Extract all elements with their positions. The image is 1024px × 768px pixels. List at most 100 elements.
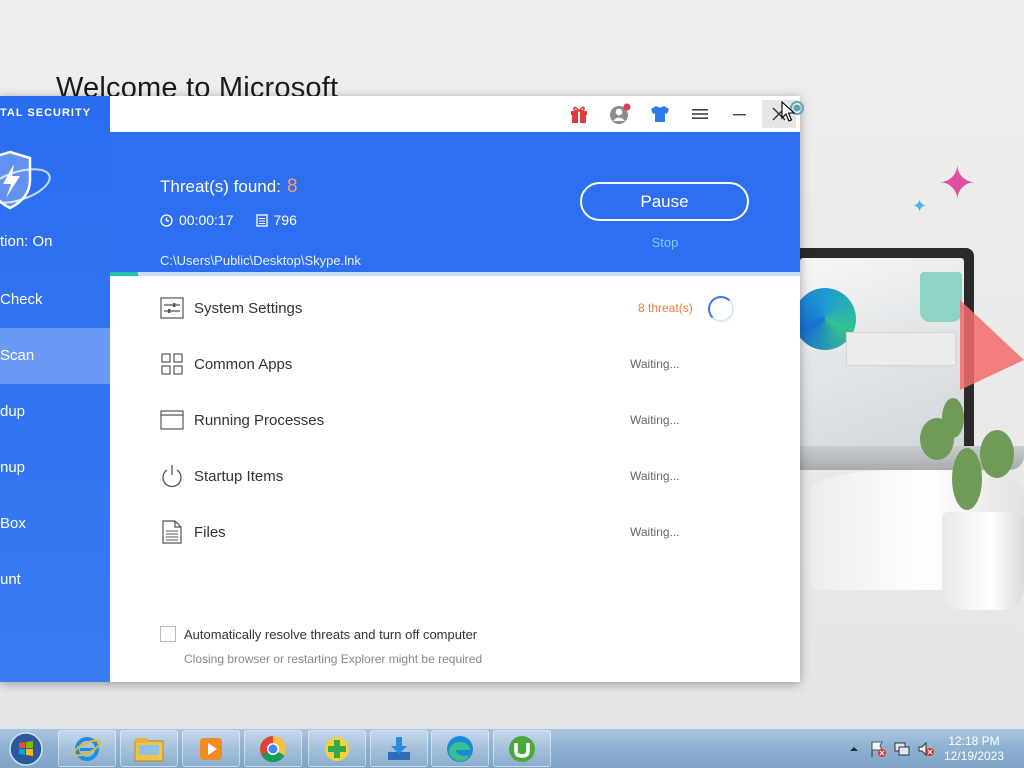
scan-item-status: Waiting... bbox=[630, 413, 680, 427]
threats-count: 8 bbox=[286, 176, 298, 197]
taskbar-utorrent[interactable] bbox=[493, 730, 551, 767]
current-scan-path: C:\Users\Public\Desktop\Skype.lnk bbox=[160, 253, 361, 268]
scan-category-list: System Settings 8 threat(s) Common Apps … bbox=[160, 280, 750, 560]
files-scanned: 796 bbox=[273, 212, 297, 228]
nav-label: Box bbox=[0, 515, 26, 532]
loading-spinner-icon bbox=[708, 296, 734, 322]
download-installer-icon bbox=[388, 736, 410, 760]
main-pane: Threat(s) found: 8 00:00:17 796 C:\Users\… bbox=[110, 96, 800, 682]
elapsed-time: 00:00:17 bbox=[179, 212, 234, 228]
auto-resolve-label[interactable]: Automatically resolve threats and turn o… bbox=[184, 627, 477, 642]
action-center-tray-button[interactable] bbox=[868, 739, 888, 759]
taskbar-file-explorer[interactable] bbox=[120, 730, 178, 767]
apps-grid-icon bbox=[160, 352, 184, 376]
chrome-icon bbox=[260, 735, 287, 762]
auto-resolve-option: Automatically resolve threats and turn o… bbox=[160, 626, 482, 666]
scan-item-startup-items: Startup Items Waiting... bbox=[160, 448, 750, 504]
nav-label: unt bbox=[0, 571, 21, 588]
clock-icon bbox=[160, 213, 173, 227]
auto-resolve-checkbox[interactable] bbox=[160, 626, 176, 642]
scan-item-label: System Settings bbox=[194, 299, 303, 317]
scan-item-label: Files bbox=[194, 523, 226, 541]
nav-label: nup bbox=[0, 459, 26, 476]
scan-item-status: 8 threat(s) bbox=[638, 301, 693, 315]
nav-label: dup bbox=[0, 403, 26, 420]
file-explorer-icon bbox=[134, 737, 164, 761]
minimize-button[interactable] bbox=[723, 100, 757, 128]
taskbar-chrome[interactable] bbox=[244, 730, 302, 767]
shield-logo-icon bbox=[0, 150, 51, 210]
nav-item-account[interactable]: unt bbox=[0, 552, 110, 608]
scan-item-status: Waiting... bbox=[630, 357, 680, 371]
protection-status: tion: On bbox=[0, 233, 53, 250]
flag-warning-icon bbox=[871, 741, 886, 757]
gift-icon bbox=[571, 106, 587, 123]
nav-item-cleanup[interactable]: nup bbox=[0, 440, 110, 496]
utorrent-icon bbox=[509, 735, 535, 762]
taskbar-edge[interactable] bbox=[431, 730, 489, 767]
document-icon bbox=[160, 520, 184, 544]
taskbar-green-plus-app[interactable] bbox=[308, 730, 366, 767]
taskbar-download-installer[interactable] bbox=[370, 730, 428, 767]
nav-label: Check bbox=[0, 291, 43, 308]
app-brand: TAL SECURITY bbox=[0, 107, 92, 119]
clock-time: 12:18 PM bbox=[948, 734, 1000, 748]
threats-label: Threat(s) found: bbox=[160, 177, 281, 196]
scan-item-label: Running Processes bbox=[194, 411, 325, 429]
scan-item-status: Waiting... bbox=[630, 469, 680, 483]
internet-explorer-icon bbox=[73, 736, 101, 761]
stop-link[interactable]: Stop bbox=[640, 235, 690, 250]
scan-header: Threat(s) found: 8 00:00:17 796 C:\Users\… bbox=[110, 132, 800, 272]
cactus-illustration bbox=[918, 398, 1018, 528]
volume-tray-button[interactable] bbox=[916, 739, 936, 759]
scan-item-system-settings: System Settings 8 threat(s) bbox=[160, 280, 750, 336]
chevron-up-icon bbox=[850, 747, 858, 751]
menu-button[interactable] bbox=[683, 100, 717, 128]
scan-item-status: Waiting... bbox=[630, 525, 680, 539]
nav-item-scan[interactable]: Scan bbox=[0, 328, 110, 384]
plant-pot-illustration bbox=[942, 512, 1024, 610]
scan-progress-bar bbox=[110, 272, 800, 276]
scan-item-label: Startup Items bbox=[194, 467, 284, 485]
power-icon bbox=[160, 464, 184, 488]
sparkle-small-icon: ✦ bbox=[912, 196, 928, 216]
scan-item-label: Common Apps bbox=[194, 355, 293, 373]
taskbar-clock[interactable]: 12:18 PM 12/19/2023 bbox=[936, 734, 1012, 764]
show-hidden-icons-button[interactable] bbox=[844, 739, 864, 759]
account-icon bbox=[610, 103, 631, 124]
start-button[interactable] bbox=[6, 731, 46, 767]
security-app-window: TAL SECURITY tion: On Check Scan dup nup… bbox=[0, 96, 800, 682]
menu-icon bbox=[692, 109, 708, 119]
system-tray bbox=[842, 729, 938, 768]
scan-item-running-processes: Running Processes Waiting... bbox=[160, 392, 750, 448]
scan-item-files: Files Waiting... bbox=[160, 504, 750, 560]
account-button[interactable] bbox=[603, 100, 637, 128]
sparkle-icon: ✦ bbox=[938, 157, 977, 209]
paper-plane-illustration bbox=[960, 300, 1024, 390]
sidebar: TAL SECURITY tion: On Check Scan dup nup… bbox=[0, 96, 110, 682]
network-tray-button[interactable] bbox=[892, 739, 912, 759]
file-count-icon bbox=[255, 213, 268, 227]
pause-button[interactable]: Pause bbox=[580, 182, 749, 221]
threats-found: Threat(s) found: 8 bbox=[160, 176, 298, 198]
taskbar-internet-explorer[interactable] bbox=[58, 730, 116, 767]
nav-item-toolbox[interactable]: Box bbox=[0, 496, 110, 552]
titlebar bbox=[110, 96, 800, 132]
auto-resolve-note: Closing browser or restarting Explorer m… bbox=[184, 652, 483, 666]
skin-button[interactable] bbox=[643, 100, 677, 128]
network-icon bbox=[894, 742, 910, 756]
settings-sliders-icon bbox=[160, 296, 184, 320]
nav-item-speedup[interactable]: dup bbox=[0, 384, 110, 440]
scan-item-common-apps: Common Apps Waiting... bbox=[160, 336, 750, 392]
taskbar: 12:18 PM 12/19/2023 bbox=[0, 728, 1024, 768]
gift-button[interactable] bbox=[562, 100, 596, 128]
scan-progress-fill bbox=[110, 272, 138, 276]
mouse-cursor-icon bbox=[781, 100, 804, 122]
green-plus-app-icon bbox=[325, 736, 349, 761]
nav-item-check[interactable]: Check bbox=[0, 272, 110, 328]
taskbar-media-player[interactable] bbox=[182, 730, 240, 767]
minimize-icon bbox=[733, 114, 746, 116]
media-player-icon bbox=[200, 737, 222, 760]
clock-date: 12/19/2023 bbox=[943, 749, 1005, 763]
windows-start-orb-icon bbox=[9, 732, 43, 766]
